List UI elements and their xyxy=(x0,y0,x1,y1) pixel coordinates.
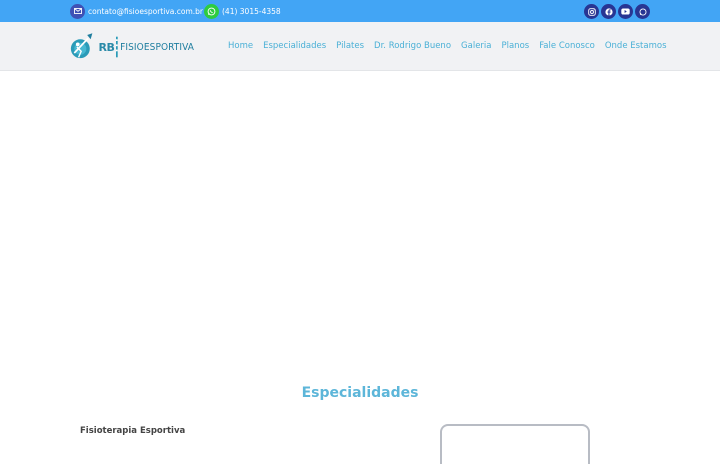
site-logo[interactable]: RB FISIOESPORTIVA xyxy=(70,28,194,66)
instagram-icon[interactable] xyxy=(584,4,599,19)
nav-fale-conosco[interactable]: Fale Conosco xyxy=(539,41,595,51)
nav-especialidades[interactable]: Especialidades xyxy=(263,41,326,51)
hero-banner xyxy=(0,71,720,371)
nav-onde-estamos[interactable]: Onde Estamos xyxy=(605,41,667,51)
whatsapp-icon xyxy=(204,3,219,19)
nav-galeria[interactable]: Galeria xyxy=(461,41,491,51)
whatsapp-icon[interactable] xyxy=(635,4,650,19)
logo-initials: RB xyxy=(98,40,115,54)
social-links xyxy=(584,4,650,19)
logo-mark-icon xyxy=(70,33,93,59)
email-contact-link[interactable]: contato@fisioesportiva.com.br xyxy=(70,3,203,19)
youtube-icon[interactable] xyxy=(618,4,633,19)
main-navigation: Home Especialidades Pilates Dr. Rodrigo … xyxy=(228,41,667,51)
logo-wordmark: FISIOESPORTIVA xyxy=(120,41,194,53)
email-text: contato@fisioesportiva.com.br xyxy=(88,6,203,16)
specialties-title: Especialidades xyxy=(301,385,419,401)
site-header: RB FISIOESPORTIVA Home Especialidades Pi… xyxy=(0,22,720,71)
phone-contact-link[interactable]: (41) 3015-4358 xyxy=(204,3,281,19)
specialty-image-frame xyxy=(440,424,590,464)
top-contact-bar: contato@fisioesportiva.com.br (41) 3015-… xyxy=(0,0,720,22)
phone-text: (41) 3015-4358 xyxy=(222,6,281,16)
facebook-icon[interactable] xyxy=(601,4,616,19)
nav-dr-rodrigo-bueno[interactable]: Dr. Rodrigo Bueno xyxy=(374,41,451,51)
logo-divider xyxy=(116,36,119,58)
specialty-name: Fisioterapia Esportiva xyxy=(80,426,186,436)
nav-planos[interactable]: Planos xyxy=(501,41,529,51)
nav-pilates[interactable]: Pilates xyxy=(336,41,364,51)
envelope-icon xyxy=(70,3,85,19)
nav-home[interactable]: Home xyxy=(228,41,253,51)
